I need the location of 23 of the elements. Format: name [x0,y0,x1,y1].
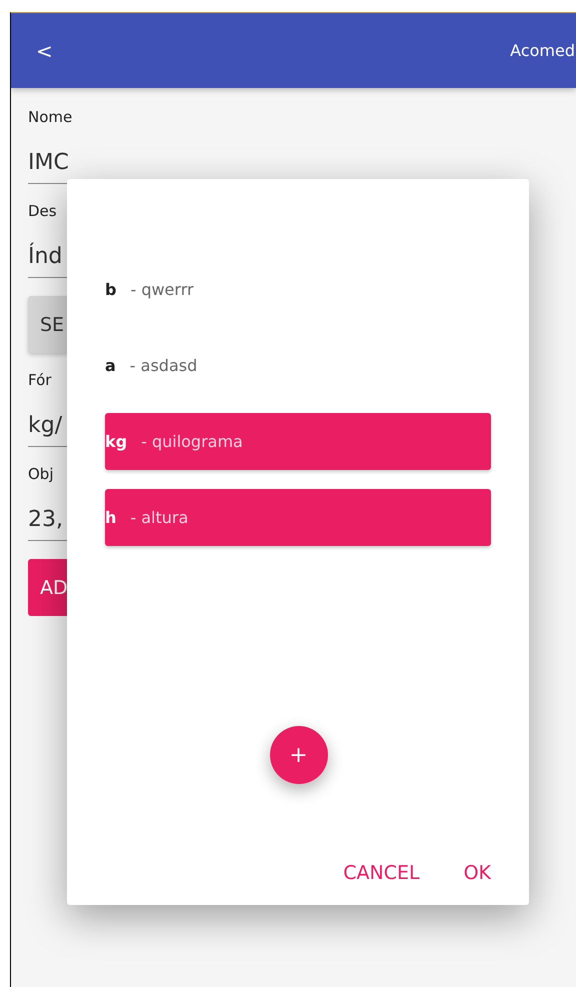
field-label: Nome [28,108,74,128]
list-item[interactable]: h - altura [105,489,491,546]
list-item[interactable]: b - qwerrr [105,261,491,318]
field-label: Fór [28,371,52,391]
item-key: kg [105,432,128,451]
dialog-action-button[interactable]: CANCEL [335,856,428,890]
form-button[interactable]: SE [28,296,68,353]
add-button[interactable]: + [270,726,328,784]
list-item[interactable]: a - asdasd [105,337,491,394]
app-title: Acomed [510,41,575,60]
form-button[interactable]: AD [28,559,68,616]
list-item[interactable]: kg - quilograma [105,413,491,470]
dialog-action-button[interactable]: OK [456,856,499,890]
field-label: Des [28,202,58,222]
item-key: h [105,508,116,527]
item-description: - altura [130,508,188,527]
item-key: b [105,280,116,299]
item-description: - asdasd [130,356,198,375]
back-button[interactable]: < [36,38,53,62]
item-description: - qwerrr [130,280,194,299]
item-description: - quilograma [141,432,243,451]
item-key: a [105,356,116,375]
field-label: Obj [28,465,54,485]
